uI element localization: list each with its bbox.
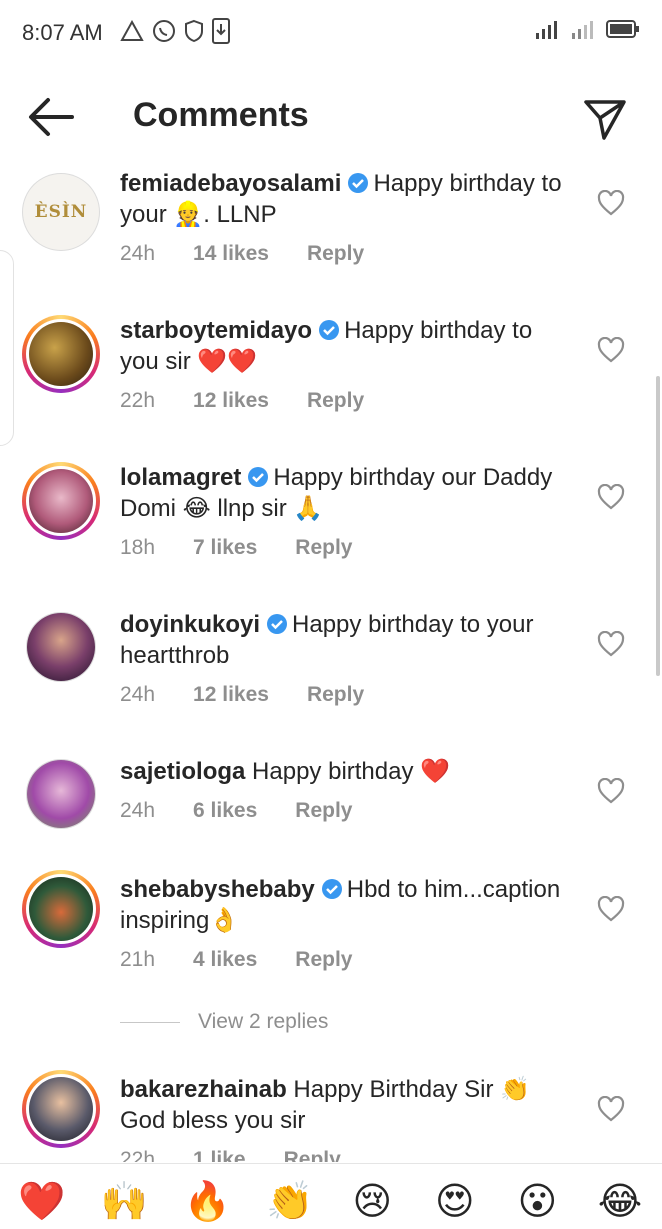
avatar-photo — [29, 1077, 93, 1141]
comment-time: 24h — [120, 242, 156, 265]
back-button[interactable] — [24, 94, 78, 140]
verified-badge-icon — [348, 173, 369, 193]
avatar[interactable] — [22, 1070, 100, 1148]
comment-likes[interactable]: 12 likes — [193, 389, 269, 413]
avatar-photo — [29, 322, 93, 386]
emoji-crying-button[interactable]: 😢 — [348, 1178, 396, 1229]
reply-button[interactable]: Reply — [307, 389, 364, 413]
comment-body: doyinkukoyi Happy birthday to your heartt… — [120, 609, 568, 671]
shield-icon — [185, 19, 203, 43]
comment-meta: 24h 12 likes Reply — [120, 683, 402, 707]
comment-body: starboytemidayo Happy birthday to you sir… — [120, 315, 568, 377]
emoji-raised-hands-button[interactable]: 🙌 — [101, 1178, 149, 1229]
signal-icon — [536, 21, 557, 39]
heart-icon[interactable] — [597, 337, 625, 363]
divider — [120, 1021, 180, 1023]
warning-triangle-icon — [120, 20, 144, 41]
view-replies-button[interactable]: View 2 replies — [120, 1010, 328, 1034]
emoji-heart-button[interactable]: ❤️ — [18, 1178, 66, 1229]
comment-body: bakarezhainab Happy Birthday Sir 👏 God b… — [120, 1074, 568, 1136]
heart-icon[interactable] — [597, 778, 625, 804]
comment-time: 22h — [120, 389, 156, 412]
avatar-photo — [29, 469, 93, 533]
avatar-logo-text: ÈSÌN — [34, 202, 88, 222]
comment-username[interactable]: doyinkukoyi — [120, 611, 260, 638]
status-icons-left — [120, 18, 230, 44]
heart-icon[interactable] — [597, 896, 625, 922]
comment-likes[interactable]: 6 likes — [193, 799, 257, 823]
status-icons-right — [534, 18, 640, 40]
comment-time: 24h — [120, 683, 156, 706]
signal-icon — [572, 21, 593, 39]
avatar[interactable]: ÈSÌN — [22, 173, 100, 251]
comment-text: Happy birthday ❤️ — [252, 758, 451, 785]
reply-button[interactable]: Reply — [295, 536, 352, 560]
view-replies-label: View 2 replies — [198, 1010, 329, 1033]
comment-username[interactable]: sajetiologa — [120, 758, 245, 785]
comment-time: 18h — [120, 536, 156, 559]
emoji-fire-button[interactable]: 🔥 — [183, 1178, 231, 1229]
page-title: Comments — [133, 96, 309, 134]
verified-badge-icon — [321, 879, 342, 899]
whatsapp-icon — [153, 20, 175, 42]
reply-button[interactable]: Reply — [295, 948, 352, 972]
avatar[interactable] — [26, 759, 96, 829]
emoji-clap-button[interactable]: 👏 — [266, 1178, 314, 1229]
emoji-quick-bar: ❤️ 🙌 🔥 👏 😢 😍 😮 😂 — [0, 1163, 662, 1229]
avatar[interactable] — [22, 870, 100, 948]
comment-time: 24h — [120, 799, 156, 822]
comment-username[interactable]: bakarezhainab — [120, 1076, 287, 1103]
emoji-laughing-button[interactable]: 😂 — [596, 1178, 644, 1229]
status-bar: 8:07 AM — [0, 0, 662, 66]
verified-badge-icon — [248, 467, 269, 487]
comment-time: 21h — [120, 948, 156, 971]
comment-likes[interactable]: 1 like — [193, 1148, 246, 1162]
heart-icon[interactable] — [597, 1096, 625, 1122]
status-time: 8:07 AM — [22, 20, 103, 45]
comment-username[interactable]: lolamagret — [120, 464, 241, 491]
send-icon[interactable] — [582, 96, 628, 142]
battery-icon — [606, 20, 639, 38]
comment-username[interactable]: shebabyshebaby — [120, 876, 315, 903]
reply-button[interactable]: Reply — [295, 799, 352, 823]
comment-body: sajetiologa Happy birthday ❤️ — [120, 756, 568, 787]
avatar[interactable] — [26, 612, 96, 682]
comment-body: lolamagret Happy birthday our Daddy Domi … — [120, 462, 568, 524]
emoji-heart-eyes-button[interactable]: 😍 — [431, 1178, 479, 1229]
download-icon — [212, 18, 230, 44]
heart-icon[interactable] — [597, 631, 625, 657]
comment-likes[interactable]: 4 likes — [193, 948, 257, 972]
avatar-photo — [27, 613, 95, 681]
scrollbar[interactable] — [656, 376, 660, 676]
comment-meta: 22h 1 like Reply — [120, 1148, 379, 1162]
emoji-surprised-button[interactable]: 😮 — [513, 1178, 561, 1229]
comments-list[interactable]: ÈSÌN femiadebayosalami Happy birthday to … — [0, 160, 662, 1162]
avatar-photo — [27, 760, 95, 828]
comment-username[interactable]: starboytemidayo — [120, 317, 312, 344]
heart-icon[interactable] — [597, 484, 625, 510]
comment-likes[interactable]: 12 likes — [193, 683, 269, 707]
comments-header: Comments — [0, 66, 662, 170]
comment-meta: 24h 6 likes Reply — [120, 799, 390, 823]
verified-badge-icon — [267, 614, 288, 634]
avatar-photo — [29, 877, 93, 941]
comment-time: 22h — [120, 1148, 156, 1162]
avatar[interactable] — [22, 462, 100, 540]
reply-button[interactable]: Reply — [307, 683, 364, 707]
comment-meta: 18h 7 likes Reply — [120, 536, 390, 560]
heart-icon[interactable] — [597, 190, 625, 216]
comment-username[interactable]: femiadebayosalami — [120, 170, 341, 197]
comment-meta: 21h 4 likes Reply — [120, 948, 390, 972]
comment-body: shebabyshebaby Hbd to him...caption inspi… — [120, 874, 568, 936]
avatar[interactable] — [22, 315, 100, 393]
reply-button[interactable]: Reply — [307, 242, 364, 266]
comment-likes[interactable]: 14 likes — [193, 242, 269, 266]
comment-meta: 24h 14 likes Reply — [120, 242, 402, 266]
comment-meta: 22h 12 likes Reply — [120, 389, 402, 413]
comment-body: femiadebayosalami Happy birthday to your … — [120, 168, 568, 230]
verified-badge-icon — [319, 320, 340, 340]
comment-likes[interactable]: 7 likes — [193, 536, 257, 560]
reply-button[interactable]: Reply — [284, 1148, 341, 1162]
